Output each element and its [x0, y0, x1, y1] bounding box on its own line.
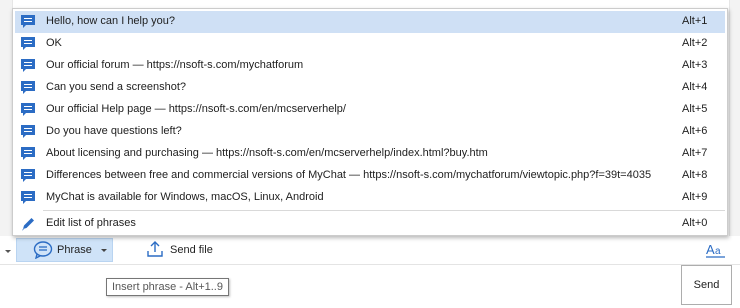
- phrase-item-shortcut: Alt+1: [682, 15, 708, 27]
- send-file-label: Send file: [170, 244, 213, 256]
- phrase-item-shortcut: Alt+5: [682, 103, 708, 115]
- send-button[interactable]: Send: [681, 265, 732, 305]
- phrase-item-shortcut: Alt+4: [682, 81, 708, 93]
- chat-bubble-icon: [20, 58, 36, 74]
- pencil-icon: [20, 216, 36, 232]
- phrases-menu: Hello, how can I help you? Alt+1 OK Alt+…: [12, 8, 728, 236]
- phrase-button[interactable]: Phrase: [16, 238, 113, 262]
- edit-phrases-label: Edit list of phrases: [46, 217, 136, 229]
- phrase-item-8[interactable]: Differences between free and commercial …: [15, 165, 725, 187]
- phrase-item-label: OK: [46, 37, 62, 49]
- phrase-item-4[interactable]: Can you send a screenshot? Alt+4: [15, 77, 725, 99]
- edit-phrases-item[interactable]: Edit list of phrases Alt+0: [15, 213, 725, 235]
- phrase-item-2[interactable]: OK Alt+2: [15, 33, 725, 55]
- message-toolbar: Phrase Send file A a: [0, 236, 740, 265]
- phrase-item-7[interactable]: About licensing and purchasing — https:/…: [15, 143, 725, 165]
- chat-bubble-icon: [20, 14, 36, 30]
- phrase-item-5[interactable]: Our official Help page — https://nsoft-s…: [15, 99, 725, 121]
- phrase-button-label: Phrase: [57, 244, 92, 256]
- phrase-item-label: Differences between free and commercial …: [46, 169, 652, 181]
- phrase-item-label: Can you send a screenshot?: [46, 81, 187, 93]
- phrase-item-shortcut: Alt+2: [682, 37, 708, 49]
- phrase-item-label: Do you have questions left?: [46, 125, 182, 137]
- phrase-chat-icon: [32, 240, 54, 260]
- phrase-item-6[interactable]: Do you have questions left? Alt+6: [15, 121, 725, 143]
- phrase-item-shortcut: Alt+8: [682, 169, 708, 181]
- chat-bubble-icon: [20, 168, 36, 184]
- chat-bubble-icon: [20, 146, 36, 162]
- chat-bubble-icon: [20, 80, 36, 96]
- phrase-item-1[interactable]: Hello, how can I help you? Alt+1: [15, 11, 725, 33]
- send-button-label: Send: [693, 279, 720, 291]
- tooltip-text: Insert phrase - Alt+1..9: [112, 281, 223, 293]
- chat-bubble-icon: [20, 102, 36, 118]
- upload-icon: [146, 240, 164, 261]
- phrase-tooltip: Insert phrase - Alt+1..9: [106, 278, 229, 296]
- menu-separator: [43, 210, 725, 211]
- phrase-item-label: Our official Help page — https://nsoft-s…: [46, 103, 346, 115]
- right-panel-edge: [729, 0, 740, 240]
- phrase-item-9[interactable]: MyChat is available for Windows, macOS, …: [15, 187, 725, 209]
- chat-bubble-icon: [20, 124, 36, 140]
- chat-window: Phrase Send file A a Send Insert phrase …: [0, 0, 740, 308]
- svg-text:a: a: [715, 246, 721, 257]
- phrase-item-shortcut: Alt+7: [682, 147, 708, 159]
- edit-phrases-shortcut: Alt+0: [682, 217, 708, 229]
- phrase-item-shortcut: Alt+3: [682, 59, 708, 71]
- send-file-button[interactable]: Send file: [146, 240, 213, 260]
- chat-bubble-icon: [20, 190, 36, 206]
- chevron-down-icon[interactable]: [101, 249, 107, 252]
- phrase-item-shortcut: Alt+9: [682, 191, 708, 203]
- phrase-item-label: Hello, how can I help you?: [46, 15, 176, 27]
- phrase-item-label: Our official forum — https://nsoft-s.com…: [46, 59, 304, 71]
- toolbar-overflow-arrow-icon[interactable]: [5, 250, 11, 253]
- phrase-item-label: About licensing and purchasing — https:/…: [46, 147, 488, 159]
- phrase-item-3[interactable]: Our official forum — https://nsoft-s.com…: [15, 55, 725, 77]
- font-aa-icon[interactable]: A a: [705, 240, 727, 260]
- svg-text:A: A: [706, 242, 715, 257]
- phrase-item-label: MyChat is available for Windows, macOS, …: [46, 191, 324, 203]
- phrase-item-shortcut: Alt+6: [682, 125, 708, 137]
- chat-bubble-icon: [20, 36, 36, 52]
